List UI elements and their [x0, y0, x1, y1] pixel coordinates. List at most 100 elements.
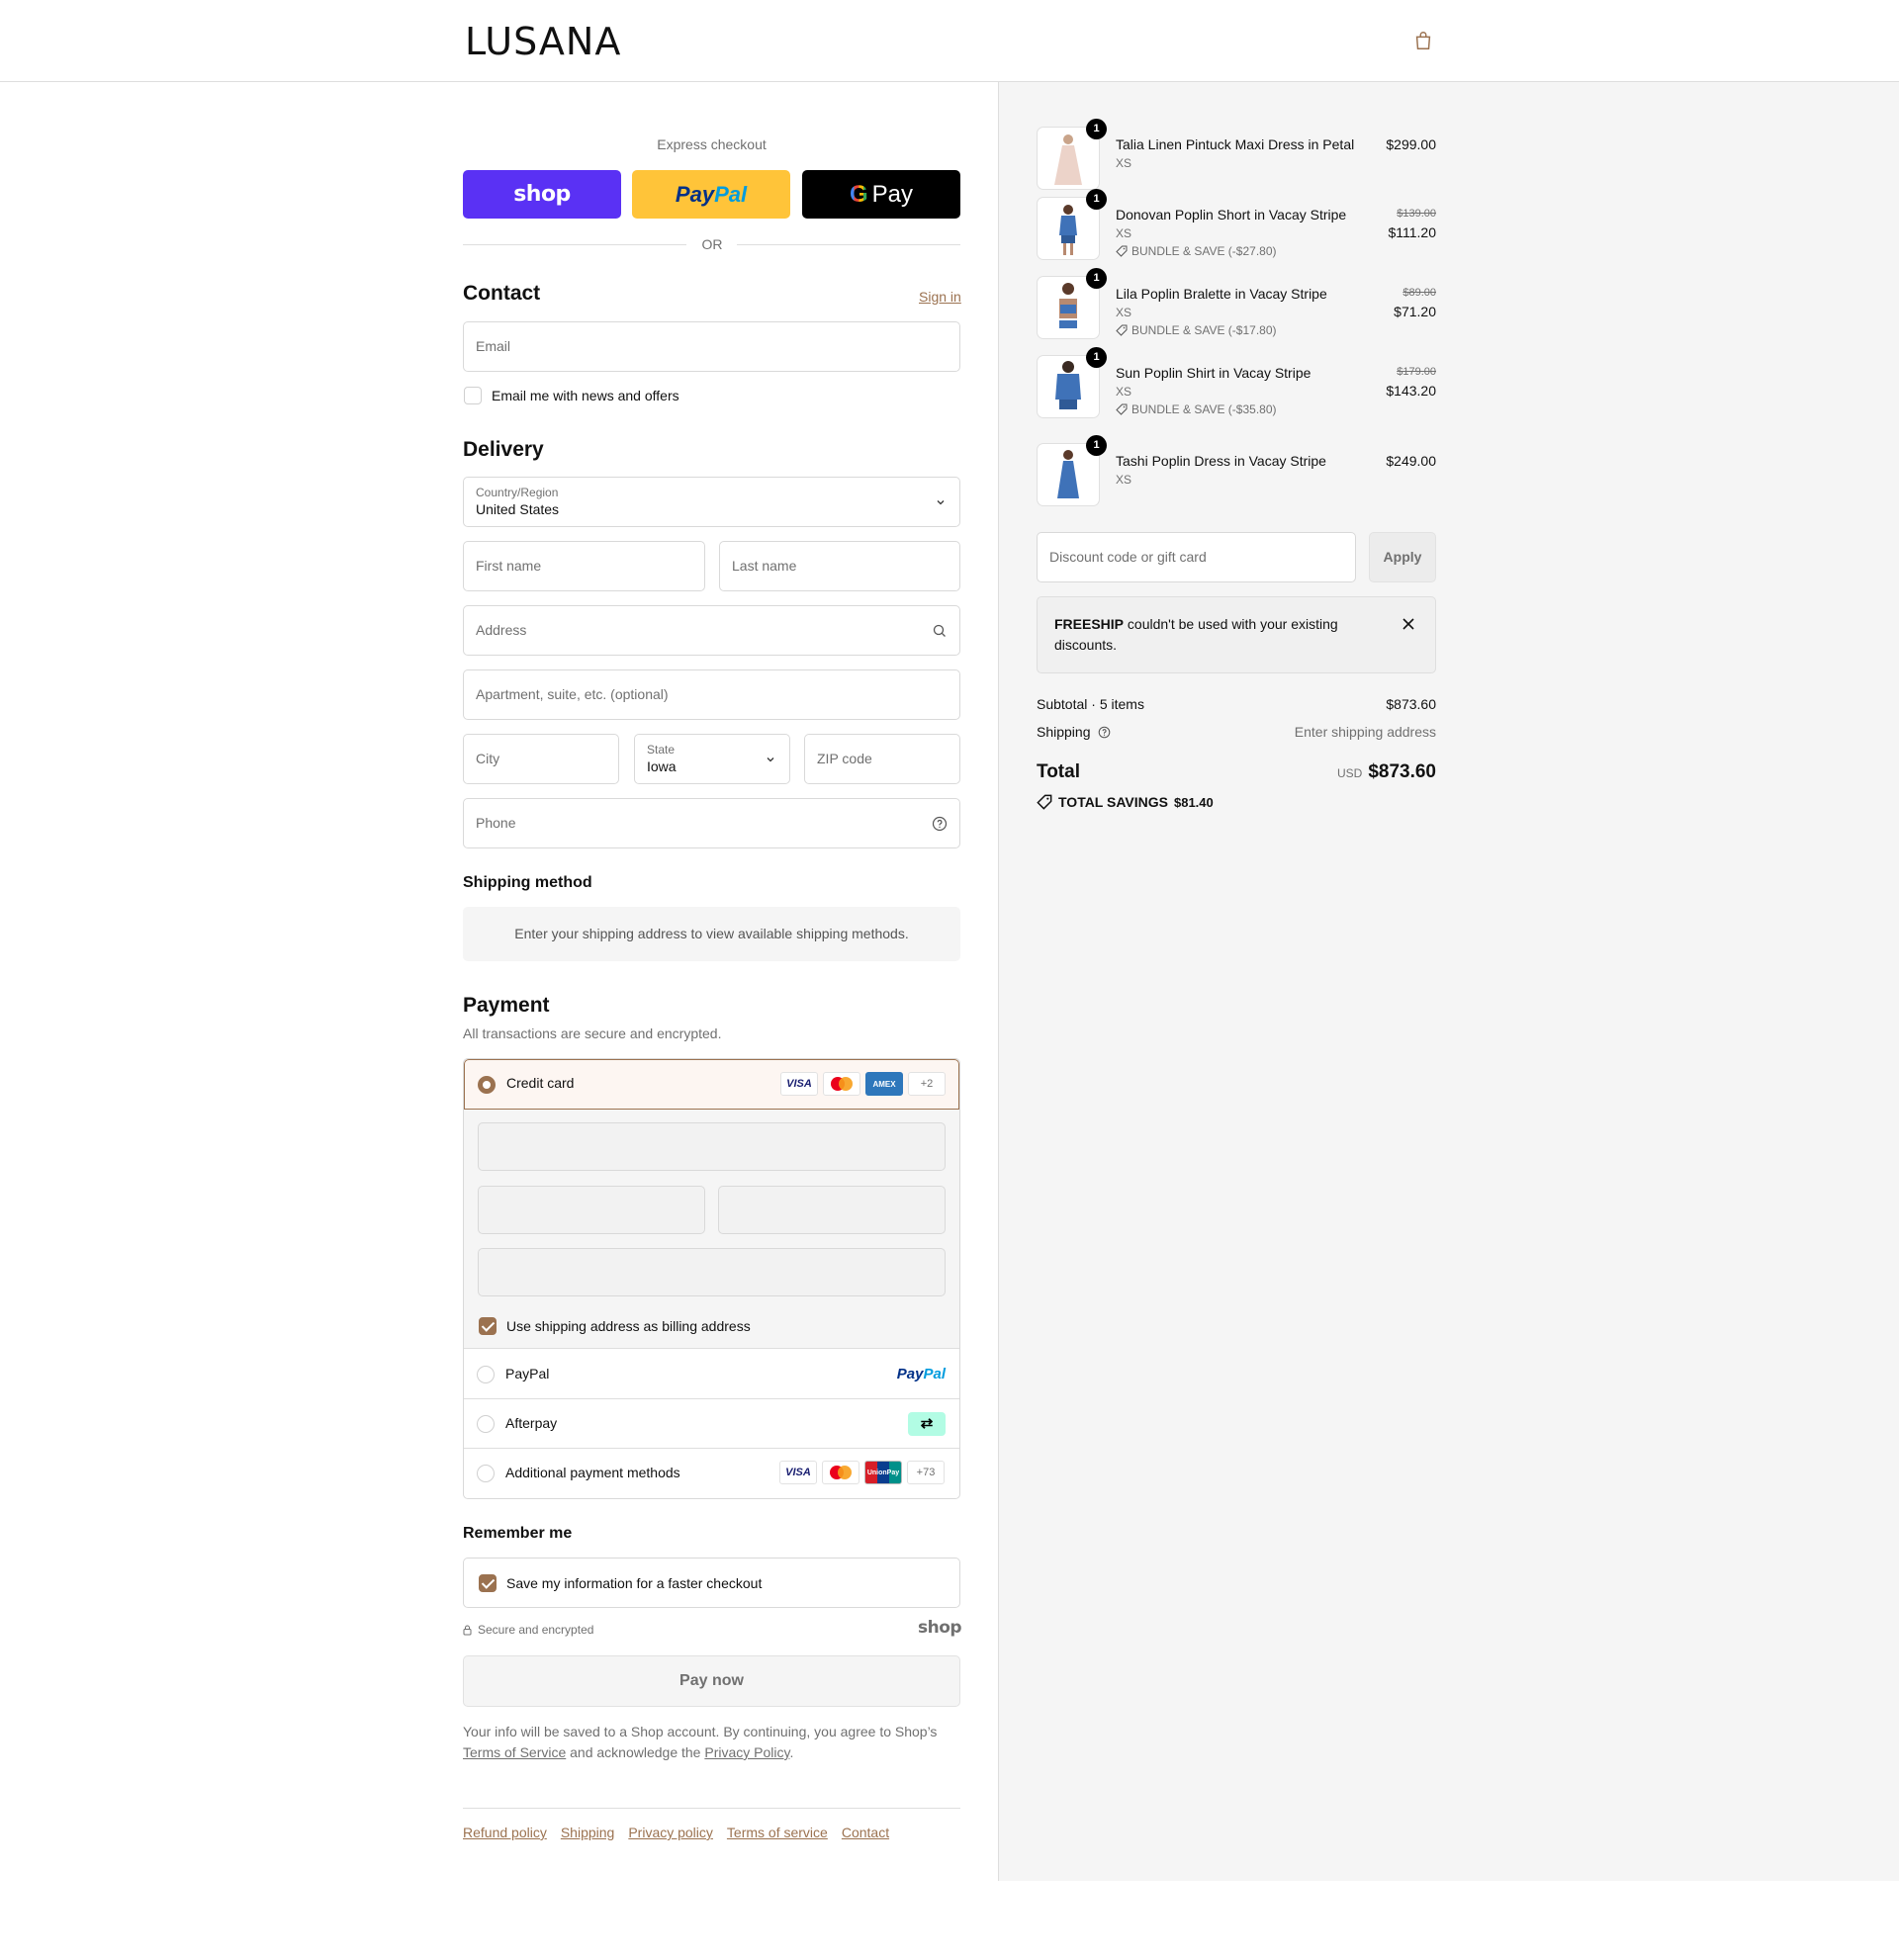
payment-note: All transactions are secure and encrypte… — [463, 1025, 722, 1041]
pay-now-button[interactable]: Pay now — [463, 1655, 960, 1707]
savings-value: $81.40 — [1173, 794, 1214, 810]
country-label: Country/Region — [476, 486, 559, 499]
original-price: $179.00 — [1397, 366, 1436, 378]
total-label: Total — [1037, 761, 1080, 782]
mastercard-icon — [822, 1461, 859, 1484]
terms-of-service-link[interactable]: Terms of Service — [463, 1744, 566, 1760]
tag-icon — [1116, 245, 1128, 257]
visa-icon: VISA — [779, 1461, 817, 1484]
email-field[interactable]: Email — [463, 321, 960, 372]
discount-label: BUNDLE & SAVE (-$35.80) — [1131, 402, 1277, 416]
product-variant: XS — [1116, 156, 1132, 170]
last-name-field[interactable]: Last name — [719, 541, 960, 591]
chevron-down-icon — [937, 500, 945, 505]
last-name-placeholder: Last name — [732, 558, 797, 574]
delivery-heading: Delivery — [463, 438, 544, 461]
product-price: $111.20 — [1388, 224, 1436, 240]
refund-policy-link[interactable]: Refund policy — [463, 1825, 547, 1840]
address-field[interactable]: Address — [463, 605, 960, 656]
help-circle-icon[interactable] — [932, 816, 948, 832]
line-item: 1 Talia Linen Pintuck Maxi Dress in Peta… — [1037, 119, 1436, 190]
shipping-method-heading: Shipping method — [463, 874, 592, 891]
shipping-policy-link[interactable]: Shipping — [561, 1825, 615, 1840]
line-item: 1 Lila Poplin Bralette in Vacay Stripe X… — [1037, 268, 1436, 339]
original-price: $139.00 — [1397, 208, 1436, 220]
footer-divider — [463, 1808, 960, 1809]
close-icon[interactable] — [1402, 617, 1415, 631]
savings-label: TOTAL SAVINGS — [1058, 794, 1168, 810]
discount-tag: BUNDLE & SAVE (-$27.80) — [1116, 244, 1277, 258]
product-price: $71.20 — [1394, 304, 1436, 319]
country-value: United States — [476, 501, 560, 517]
discount-code-field[interactable]: Discount code or gift card — [1037, 532, 1356, 582]
line-item: 1 Tashi Poplin Dress in Vacay Stripe XS … — [1037, 435, 1436, 506]
paypal-radio[interactable] — [477, 1366, 495, 1383]
notice-code: FREESHIP — [1054, 616, 1125, 632]
phone-placeholder: Phone — [476, 815, 516, 831]
privacy-policy-link[interactable]: Privacy Policy — [704, 1744, 789, 1760]
google-pay-button[interactable]: G Pay — [802, 170, 960, 219]
billing-address-label: Use shipping address as billing address — [506, 1318, 751, 1334]
card-name-field[interactable] — [478, 1248, 946, 1296]
subtotal-value: $873.60 — [1386, 696, 1436, 712]
apply-discount-button[interactable]: Apply — [1369, 532, 1436, 582]
afterpay-option[interactable]: Afterpay ⇄ — [464, 1399, 959, 1449]
discount-tag: BUNDLE & SAVE (-$17.80) — [1116, 323, 1277, 337]
zip-field[interactable]: ZIP code — [804, 734, 960, 784]
google-pay-label: Pay — [871, 180, 914, 208]
subtotal-row: Subtotal · 5 items $873.60 — [1037, 696, 1436, 712]
tag-icon — [1037, 794, 1052, 810]
additional-payment-radio[interactable] — [477, 1465, 495, 1482]
discount-placeholder: Discount code or gift card — [1049, 549, 1207, 565]
paypal-option[interactable]: PayPal PayPal — [464, 1350, 959, 1399]
billing-address-checkbox[interactable] — [479, 1317, 497, 1335]
phone-field[interactable]: Phone — [463, 798, 960, 848]
shopping-bag-icon[interactable] — [1412, 30, 1434, 51]
state-select[interactable]: State Iowa — [634, 734, 790, 784]
remember-me-box: Save my information for a faster checkou… — [463, 1558, 960, 1608]
product-price: $143.20 — [1386, 383, 1436, 399]
afterpay-logo-icon: ⇄ — [908, 1412, 946, 1436]
afterpay-radio[interactable] — [477, 1415, 495, 1433]
save-info-checkbox[interactable] — [479, 1574, 497, 1592]
paypal-label-pal: Pal — [714, 181, 748, 207]
additional-payment-label: Additional payment methods — [505, 1465, 680, 1480]
credit-card-form: Use shipping address as billing address — [464, 1110, 959, 1349]
discount-tag: BUNDLE & SAVE (-$35.80) — [1116, 402, 1277, 416]
visa-icon: VISA — [780, 1072, 818, 1096]
total-savings: TOTAL SAVINGS $81.40 — [1037, 794, 1214, 810]
paypal-logo-pal: Pal — [923, 1366, 946, 1382]
country-select[interactable]: Country/Region United States — [463, 477, 960, 527]
terms-of-service-footer-link[interactable]: Terms of service — [727, 1825, 828, 1840]
card-expiry-field[interactable] — [478, 1186, 705, 1234]
paypal-express-button[interactable]: Pay Pal — [632, 170, 790, 219]
credit-card-radio[interactable] — [478, 1076, 496, 1094]
card-security-code-field[interactable] — [718, 1186, 946, 1234]
payment-heading: Payment — [463, 994, 550, 1017]
legal-text: Your info will be saved to a Shop accoun… — [463, 1722, 960, 1763]
total-row: Total USD $873.60 — [1037, 761, 1436, 783]
sign-in-link[interactable]: Sign in — [919, 289, 961, 305]
help-circle-icon[interactable] — [1098, 726, 1111, 739]
legal-text-b: and acknowledge the — [570, 1744, 701, 1760]
secure-note: Secure and encrypted — [463, 1623, 593, 1637]
contact-link[interactable]: Contact — [842, 1825, 889, 1840]
paypal-logo-pay: Pay — [896, 1366, 924, 1382]
or-label: OR — [692, 236, 732, 252]
product-variant: XS — [1116, 306, 1132, 319]
mastercard-icon — [823, 1072, 860, 1096]
credit-card-option[interactable]: Credit card VISA AMEX +2 — [464, 1059, 959, 1110]
apartment-field[interactable]: Apartment, suite, etc. (optional) — [463, 669, 960, 720]
notice-message: FREESHIP couldn't be used with your exis… — [1054, 614, 1371, 656]
brand-logo[interactable]: LUSANA — [465, 20, 621, 63]
email-placeholder: Email — [476, 338, 511, 354]
google-g-icon: G — [849, 180, 868, 208]
card-number-field[interactable] — [478, 1122, 946, 1171]
newsletter-checkbox[interactable] — [464, 387, 482, 404]
city-field[interactable]: City — [463, 734, 619, 784]
tag-icon — [1116, 324, 1128, 336]
first-name-field[interactable]: First name — [463, 541, 705, 591]
additional-payment-option[interactable]: Additional payment methods VISA UnionPay… — [464, 1449, 959, 1498]
shop-pay-button[interactable]: shop — [463, 170, 621, 219]
privacy-policy-footer-link[interactable]: Privacy policy — [628, 1825, 713, 1840]
